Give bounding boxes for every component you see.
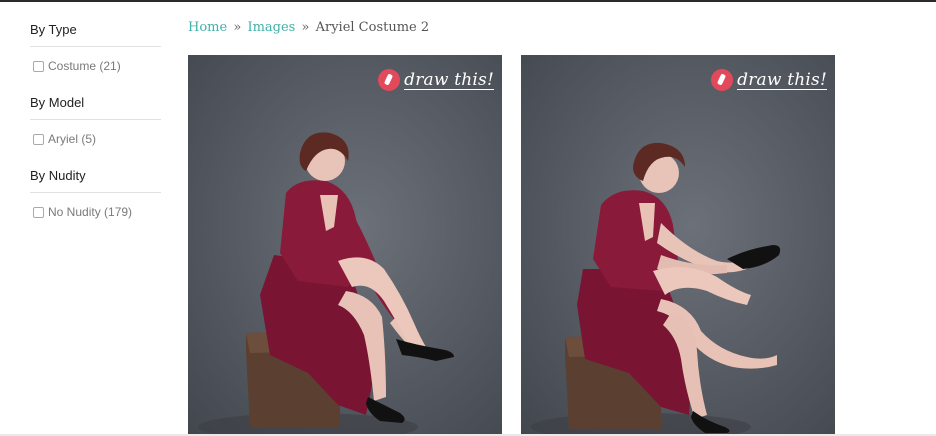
breadcrumb-current: Aryiel Costume 2 — [315, 20, 430, 35]
watermark-text: draw this! — [737, 69, 827, 90]
filter-option-label: Costume (21) — [48, 59, 121, 73]
filter-option-label: No Nudity (179) — [48, 205, 133, 219]
filter-option-aryiel[interactable]: Aryiel (5) — [33, 132, 161, 146]
breadcrumb-images-link[interactable]: Images — [247, 20, 295, 35]
breadcrumb-separator: » — [301, 20, 310, 35]
costume-checkbox[interactable] — [33, 60, 44, 72]
draw-this-watermark: draw this! — [711, 69, 827, 91]
photo-thumbnail-1[interactable]: draw this! — [188, 55, 502, 435]
filter-option-no-nudity[interactable]: No Nudity (179) — [33, 205, 161, 219]
photo-model-seated-illustration — [198, 132, 454, 435]
photo-thumbnail-2[interactable]: draw this! — [521, 55, 835, 435]
watermark-text: draw this! — [404, 69, 494, 90]
aryiel-checkbox[interactable] — [33, 133, 44, 145]
breadcrumb-home-link[interactable]: Home — [188, 20, 227, 35]
draw-this-logo-icon — [378, 69, 401, 91]
breadcrumb: Home » Images » Aryiel Costume 2 — [188, 20, 429, 35]
filter-option-label: Aryiel (5) — [48, 132, 97, 146]
filter-title-type: By Type — [30, 18, 161, 47]
draw-this-logo-icon — [711, 69, 734, 91]
filter-group-type: By Type Costume (21) — [30, 18, 161, 73]
breadcrumb-separator: » — [233, 20, 242, 35]
draw-this-watermark: draw this! — [378, 69, 494, 91]
filter-option-costume[interactable]: Costume (21) — [33, 59, 161, 73]
top-border — [0, 0, 936, 2]
filter-title-nudity: By Nudity — [30, 164, 161, 193]
filter-group-model: By Model Aryiel (5) — [30, 91, 161, 146]
filter-title-model: By Model — [30, 91, 161, 120]
filter-group-nudity: By Nudity No Nudity (179) — [30, 164, 161, 219]
filter-sidebar: By Type Costume (21) By Model Aryiel (5)… — [30, 18, 161, 237]
photo-model-shoe-illustration — [531, 142, 781, 435]
no-nudity-checkbox[interactable] — [33, 206, 44, 218]
